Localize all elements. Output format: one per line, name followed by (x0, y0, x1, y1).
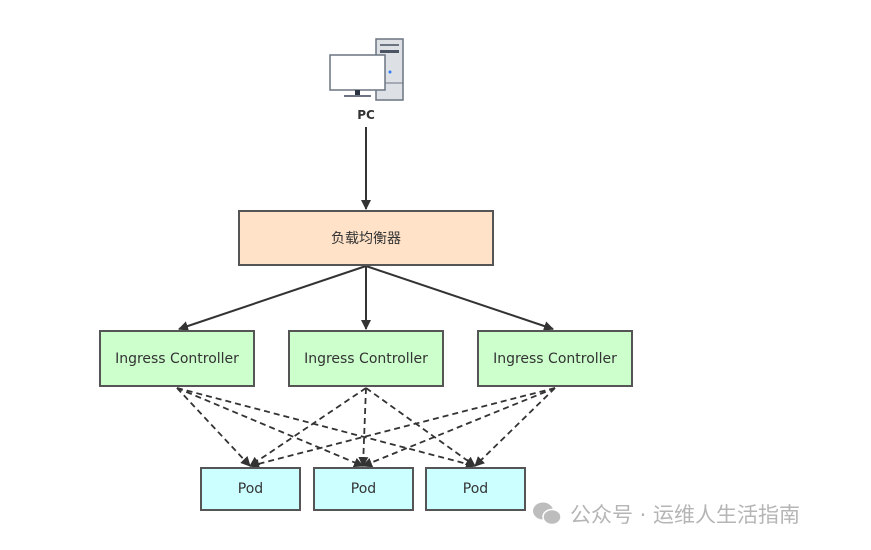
dashed-arrow-ic3-to-pod3 (474, 387, 556, 467)
pod-node: Pod (200, 467, 301, 511)
load-balancer-node: 负载均衡器 (238, 210, 494, 266)
dashed-arrow-ic1-to-pod1 (176, 387, 251, 467)
desktop-computer-icon (329, 38, 404, 101)
arrow-lb-to-ic1 (178, 265, 367, 331)
pod-node: Pod (425, 467, 526, 511)
dashed-arrow-ic1-to-pod2 (176, 387, 364, 468)
dashed-arrow-ic2-to-pod2 (358, 387, 369, 467)
ingress-controller-node: Ingress Controller (99, 330, 255, 387)
ingress-controller-node: Ingress Controller (288, 330, 444, 387)
ingress-controller-node: Ingress Controller (477, 330, 633, 387)
dashed-arrow-ic1-to-pod3 (176, 387, 476, 469)
pc-label: PC (357, 108, 375, 122)
watermark-text: 公众号 · 运维人生活指南 (570, 503, 801, 527)
dashed-arrow-ic3-to-pod1 (249, 387, 556, 469)
wechat-icon (533, 502, 562, 526)
dashed-arrows (176, 387, 556, 469)
watermark: 公众号 · 运维人生活指南 (532, 499, 800, 529)
pod-node: Pod (313, 467, 414, 511)
arrow-lb-to-ic3 (365, 265, 554, 331)
dashed-arrow-ic2-to-pod1 (249, 387, 367, 467)
